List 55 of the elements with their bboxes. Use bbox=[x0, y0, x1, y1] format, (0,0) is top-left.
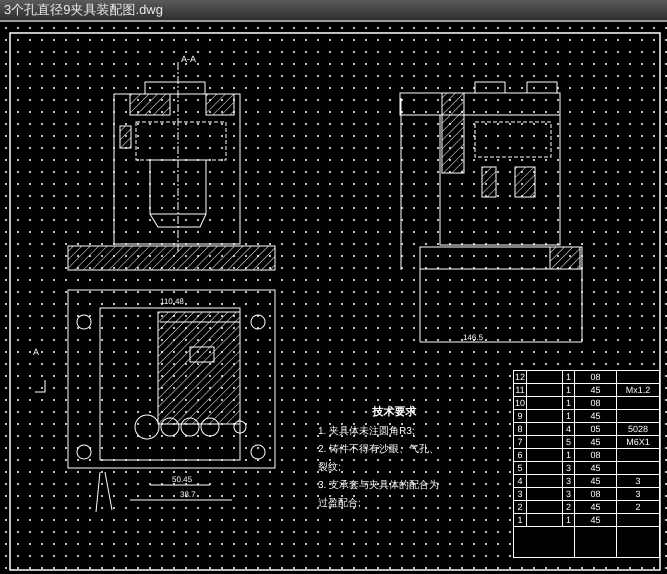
table-cell: 3 bbox=[563, 475, 575, 487]
note-line: 1. 夹具体未注圆角R3; bbox=[318, 424, 416, 438]
table-cell-text: M6X1 bbox=[625, 436, 651, 448]
table-cell: 08 bbox=[575, 449, 617, 461]
table-cell: 2 bbox=[563, 501, 575, 513]
notes-title: 技术要求 bbox=[371, 404, 417, 420]
table-cell-text: 3 bbox=[634, 475, 642, 487]
dimension-text: 50.45 bbox=[172, 475, 192, 484]
table-cell: 3 bbox=[514, 488, 527, 500]
table-cell-text: 2 bbox=[634, 501, 642, 513]
table-cell: 5 bbox=[514, 462, 527, 474]
table-cell-text: Mx1.2 bbox=[624, 384, 652, 396]
note-line: 过盈配合; bbox=[318, 496, 362, 510]
table-cell: 08 bbox=[575, 488, 617, 500]
window-title: 3个孔直径9夹具装配图.dwg bbox=[4, 1, 163, 20]
note-line: 3. 支承套与夹具体的配合为 bbox=[318, 478, 440, 492]
table-cell: 1 bbox=[563, 371, 575, 383]
dimension-text: 110.48 bbox=[160, 297, 184, 306]
table-cell: 4 bbox=[514, 475, 527, 487]
table-cell: 10 bbox=[514, 397, 527, 409]
table-cell: 45 bbox=[575, 475, 617, 487]
table-cell: 45 bbox=[575, 501, 617, 513]
table-cell: 1 bbox=[563, 410, 575, 422]
table-cell: 11 bbox=[514, 384, 527, 396]
table-cell: 08 bbox=[575, 397, 617, 409]
table-cell: 7 bbox=[514, 436, 527, 448]
table-cell: 3 bbox=[563, 488, 575, 500]
table-cell: 45 bbox=[575, 436, 617, 448]
table-cell: 1 bbox=[563, 449, 575, 461]
table-cell: 45 bbox=[575, 462, 617, 474]
table-cell: 12 bbox=[514, 371, 527, 383]
table-cell: 3 bbox=[563, 462, 575, 474]
table-cell: 5 bbox=[563, 436, 575, 448]
table-cell: 1 bbox=[563, 514, 575, 526]
table-cell: 9 bbox=[514, 410, 527, 422]
table-cell: 4 bbox=[563, 423, 575, 435]
note-line: 2. 铸件不得有沙眼、气孔、 bbox=[318, 442, 440, 456]
table-cell: 2 bbox=[514, 501, 527, 513]
section-label: A-A bbox=[181, 54, 196, 64]
table-cell: 45 bbox=[575, 384, 617, 396]
table-cell: 1 bbox=[563, 397, 575, 409]
table-cell: 45 bbox=[575, 514, 617, 526]
table-cell-text: 3 bbox=[634, 488, 642, 500]
table-cell: 1 bbox=[514, 514, 527, 526]
table-cell: 1 bbox=[563, 384, 575, 396]
table-cell-text: 5028 bbox=[626, 423, 650, 435]
table-cell: 6 bbox=[514, 449, 527, 461]
table-cell: 05 bbox=[575, 423, 617, 435]
view-label: A bbox=[33, 347, 40, 357]
dimension-text: 38.7 bbox=[180, 490, 196, 499]
table-cell: 08 bbox=[575, 371, 617, 383]
note-line: 裂纹; bbox=[318, 460, 342, 474]
dimension-text: 146.5 bbox=[463, 333, 484, 342]
table-cell: 45 bbox=[575, 410, 617, 422]
table-cell: 8 bbox=[514, 423, 527, 435]
